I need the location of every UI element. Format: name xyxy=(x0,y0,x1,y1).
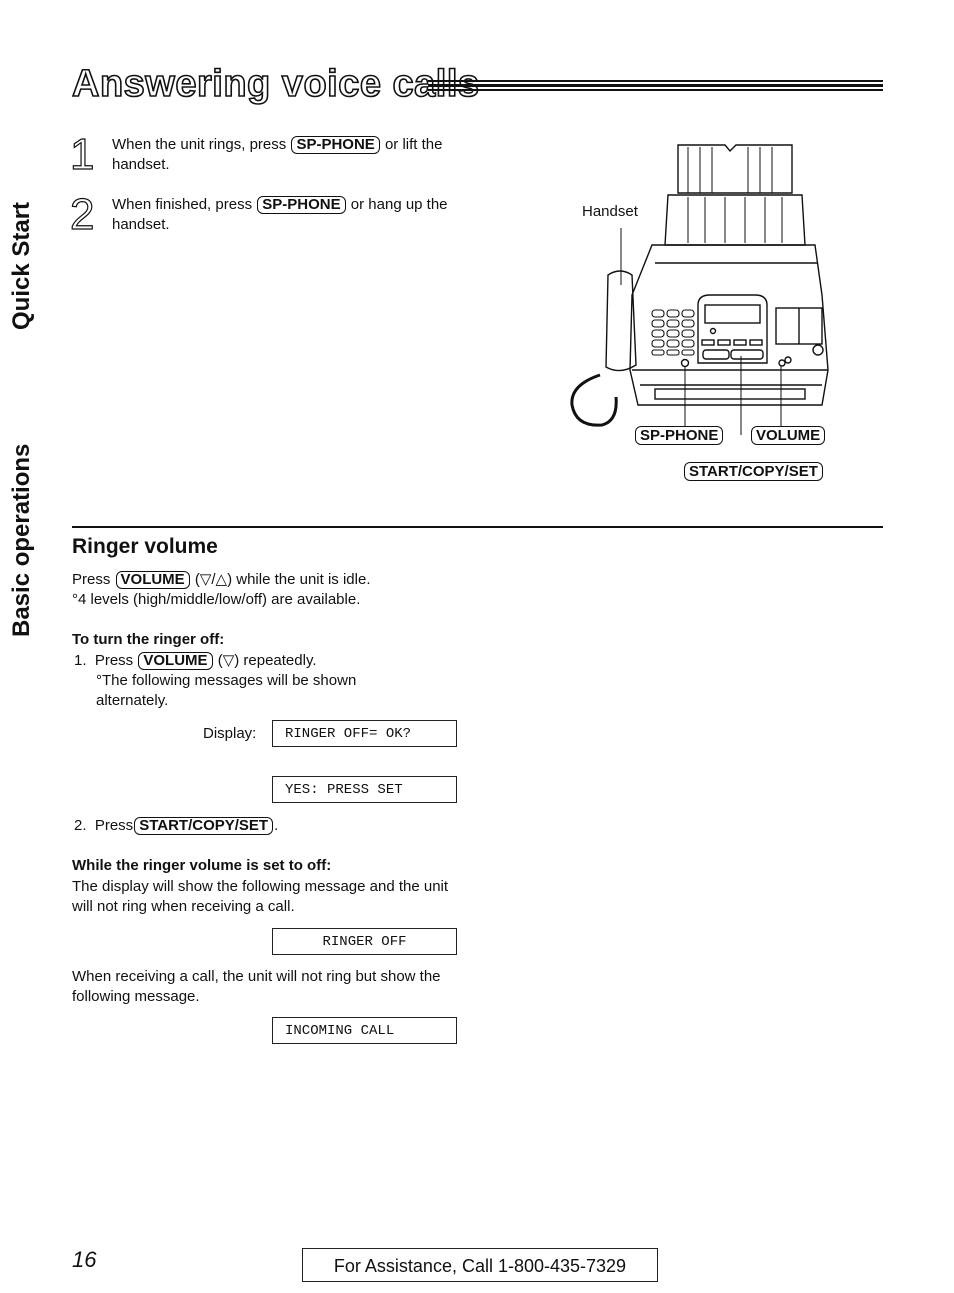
page-number: 16 xyxy=(72,1247,97,1272)
callout-start-copy-set: START/COPY/SET xyxy=(684,462,823,481)
keypad xyxy=(651,309,695,356)
step-1-text: When the unit rings, press SP-PHONE or l… xyxy=(112,135,492,175)
step-number: 2 xyxy=(69,190,95,239)
side-tab-quick-start: Quick Start xyxy=(8,201,35,330)
lcd-display-ringer-off: RINGER OFF xyxy=(272,928,457,955)
page-title: Answering voice calls xyxy=(71,62,480,106)
paper-tray xyxy=(677,144,793,194)
fax-machine-illustration xyxy=(570,144,829,435)
sp-phone-key: SP-PHONE xyxy=(291,136,380,154)
turn-off-step-2: 2. Press START/COPY/SET. xyxy=(74,816,278,836)
while-off-text: The display will show the following mess… xyxy=(72,878,449,915)
turn-off-step-1: 1. Press VOLUME (▽) repeatedly. xyxy=(74,651,317,671)
lcd-display-yes-press-set: YES: PRESS SET xyxy=(272,776,457,803)
ringer-intro: Press VOLUME (▽/△) while the unit is idl… xyxy=(72,570,472,590)
side-tab-basic-operations: Basic operations xyxy=(8,443,35,637)
assistance-box: For Assistance, Call 1-800-435-7329 xyxy=(302,1248,658,1282)
levels-note: °4 levels (high/middle/low/off) are avai… xyxy=(72,591,361,608)
step1-note: °The following messages will be shown al… xyxy=(96,672,357,709)
step-number: 1 xyxy=(69,130,95,179)
lcd-display-ringer-off-ok: RINGER OFF= OK? xyxy=(272,720,457,747)
while-off-heading: While the ringer volume is set to off: xyxy=(72,857,332,874)
display-label: Display: xyxy=(203,725,257,742)
section-divider xyxy=(72,526,883,528)
step-2-text: When finished, press SP-PHONE or hang up… xyxy=(112,195,492,235)
intro-pre: Press xyxy=(72,571,111,588)
callout-volume: VOLUME xyxy=(751,426,826,445)
title-rule xyxy=(428,80,883,92)
volume-key: VOLUME xyxy=(115,571,190,589)
fax-body xyxy=(629,244,829,406)
section-heading-ringer-volume: Ringer volume xyxy=(72,535,218,558)
step1-pre: 1. Press xyxy=(74,652,134,669)
callout-sp-phone: SP-PHONE xyxy=(635,426,724,445)
receiving-text: When receiving a call, the unit will not… xyxy=(72,968,441,1005)
volume-key: VOLUME xyxy=(138,652,213,670)
intro-post: (▽/△) while the unit is idle. xyxy=(194,571,371,588)
step-text-pre: When the unit rings, press xyxy=(112,136,287,153)
start-copy-set-key: START/COPY/SET xyxy=(134,817,274,835)
step1-post: (▽) repeatedly. xyxy=(217,652,317,669)
sp-phone-key: SP-PHONE xyxy=(257,196,346,214)
turn-off-heading: To turn the ringer off: xyxy=(72,631,225,648)
lcd-display-incoming-call: INCOMING CALL xyxy=(272,1017,457,1044)
lcd-window xyxy=(704,304,761,324)
step-text-pre: When finished, press xyxy=(112,196,253,213)
step2-post: . xyxy=(274,817,279,834)
step2-pre: 2. Press xyxy=(74,817,134,834)
